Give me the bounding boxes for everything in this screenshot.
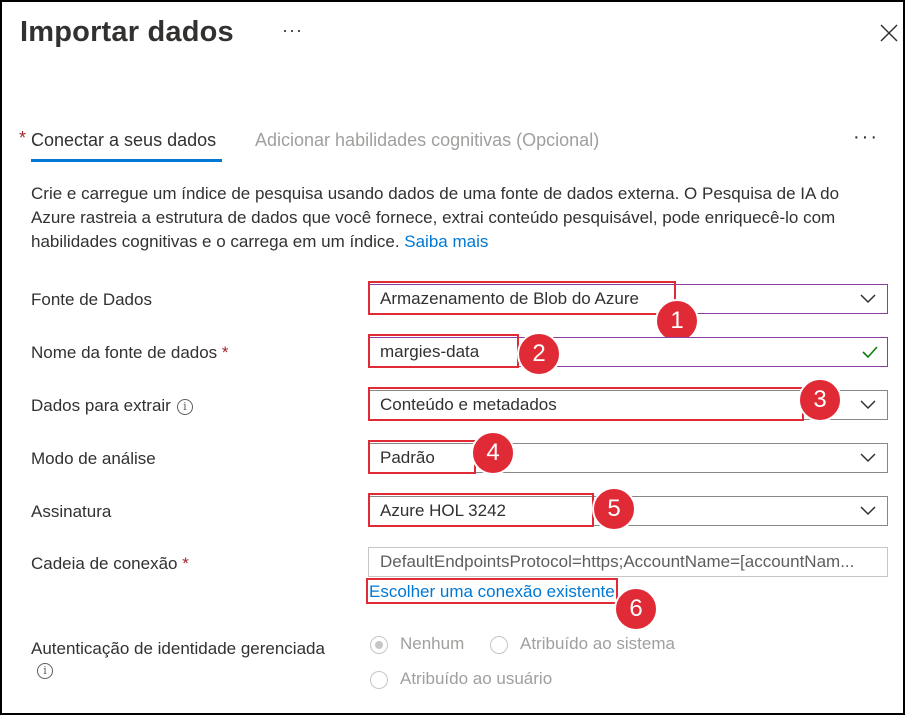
info-icon[interactable]: i (37, 663, 53, 679)
radio-icon (370, 670, 388, 689)
tab-required-marker: * (19, 128, 27, 148)
chevron-down-icon (860, 400, 876, 410)
data-source-label: Fonte de Dados (31, 290, 152, 309)
callout-box-4 (368, 440, 476, 474)
learn-more-link[interactable]: Saiba mais (404, 232, 488, 251)
description: Crie e carregue um índice de pesquisa us… (31, 182, 871, 254)
callout-box-1 (368, 281, 676, 315)
callout-badge-4: 4 (471, 431, 515, 475)
connection-string-label: Cadeia de conexão * (31, 554, 189, 573)
tab-cognitive-skills[interactable]: Adicionar habilidades cognitivas (Opcion… (255, 130, 599, 151)
callout-box-3 (368, 387, 804, 421)
info-icon[interactable]: i (176, 398, 193, 415)
connection-string-input[interactable]: DefaultEndpointsProtocol=https;AccountNa… (368, 547, 888, 577)
required-marker: * (221, 343, 229, 362)
callout-badge-3: 3 (798, 378, 842, 422)
managed-identity-label: Autenticação de identidade gerenciada (31, 639, 325, 658)
callout-box-2 (368, 334, 519, 368)
radio-system-assigned[interactable]: Atribuído ao sistema (490, 634, 675, 654)
data-source-name-label: Nome da fonte de dados * (31, 343, 229, 362)
radio-selected-icon (370, 635, 388, 654)
radio-none[interactable]: Nenhum (370, 634, 464, 654)
data-to-extract-label: Dados para extrair i (31, 396, 193, 416)
callout-badge-5: 5 (592, 487, 636, 531)
callout-box-5 (368, 493, 594, 527)
callout-box-6 (366, 578, 618, 604)
subscription-label: Assinatura (31, 502, 112, 521)
import-data-panel: Importar dados ··· * Conectar a seus dad… (0, 0, 905, 715)
chevron-down-icon (860, 506, 876, 516)
checkmark-icon (862, 346, 878, 359)
chevron-down-icon (860, 453, 876, 463)
radio-icon (490, 635, 508, 654)
tab-connect-data[interactable]: Conectar a seus dados (31, 130, 216, 151)
callout-badge-6: 6 (614, 587, 658, 631)
tabs-overflow-icon[interactable]: ··· (853, 126, 879, 149)
parsing-mode-label: Modo de análise (31, 449, 156, 468)
callout-badge-2: 2 (517, 332, 561, 376)
required-marker: * (182, 554, 189, 573)
radio-user-assigned[interactable]: Atribuído ao usuário (370, 669, 552, 689)
more-actions-icon[interactable]: ··· (282, 20, 303, 41)
close-icon[interactable] (878, 22, 900, 44)
chevron-down-icon (860, 294, 876, 304)
page-title: Importar dados (20, 16, 234, 48)
active-tab-indicator (31, 159, 222, 162)
connection-string-placeholder: DefaultEndpointsProtocol=https;AccountNa… (380, 552, 855, 571)
